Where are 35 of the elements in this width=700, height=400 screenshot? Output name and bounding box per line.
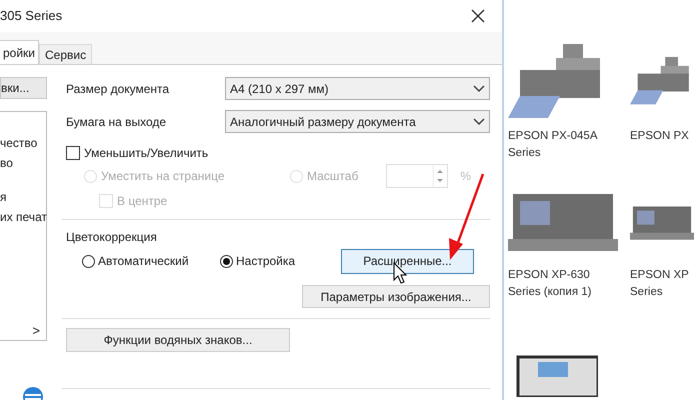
radio-button[interactable]	[220, 254, 233, 268]
list-item[interactable]: их печат	[0, 208, 46, 228]
scale-spin-field[interactable]	[386, 164, 448, 188]
field-label: Бумага на выходе	[65, 114, 168, 130]
tab[interactable]: ройки	[0, 40, 40, 64]
document-size-dropdown[interactable]: A4 (210 x 297 мм)	[225, 77, 490, 100]
list-item[interactable]: я	[0, 188, 46, 208]
tab[interactable]: Сервис	[39, 44, 92, 64]
printer-name[interactable]: EPSON PX	[630, 128, 694, 145]
chevron-down-icon	[473, 118, 485, 126]
printer-name[interactable]: EPSON PX-045A Series	[508, 128, 628, 162]
checkbox-label: Уменьшить/Увеличить	[84, 145, 208, 162]
list-item[interactable]: чество	[0, 134, 46, 154]
output-paper-dropdown[interactable]: Аналогичный размеру документа	[225, 110, 490, 133]
close-icon	[471, 9, 485, 23]
radio-label: Автоматический	[98, 253, 189, 270]
field-label: Размер документа	[65, 80, 170, 98]
checkbox[interactable]	[66, 146, 80, 160]
advanced-button[interactable]: Расширенные...	[341, 248, 474, 274]
button[interactable]: вки...	[0, 77, 47, 99]
section-label: Цветокоррекция	[65, 229, 158, 246]
radio-label: Настройка	[236, 253, 296, 270]
radio-label: Уместить на странице	[101, 168, 225, 185]
percent-label: %	[460, 168, 472, 185]
window-title: 305 Series	[0, 7, 62, 26]
radio-label: Масштаб	[307, 168, 358, 185]
printer-name[interactable]: EPSON XP-630 Series (копия 1)	[508, 266, 628, 301]
list-item[interactable]: во	[0, 154, 46, 174]
printer-name[interactable]: EPSON XP Series	[630, 266, 694, 301]
checkbox-label: В центре	[117, 193, 168, 210]
chevron-down-icon	[473, 84, 485, 92]
image-settings-button[interactable]: Параметры изображения...	[302, 285, 490, 308]
radio-button[interactable]	[82, 254, 95, 268]
scroll-arrow[interactable]: >	[32, 320, 40, 340]
watermark-button[interactable]: Функции водяных знаков...	[66, 328, 290, 352]
